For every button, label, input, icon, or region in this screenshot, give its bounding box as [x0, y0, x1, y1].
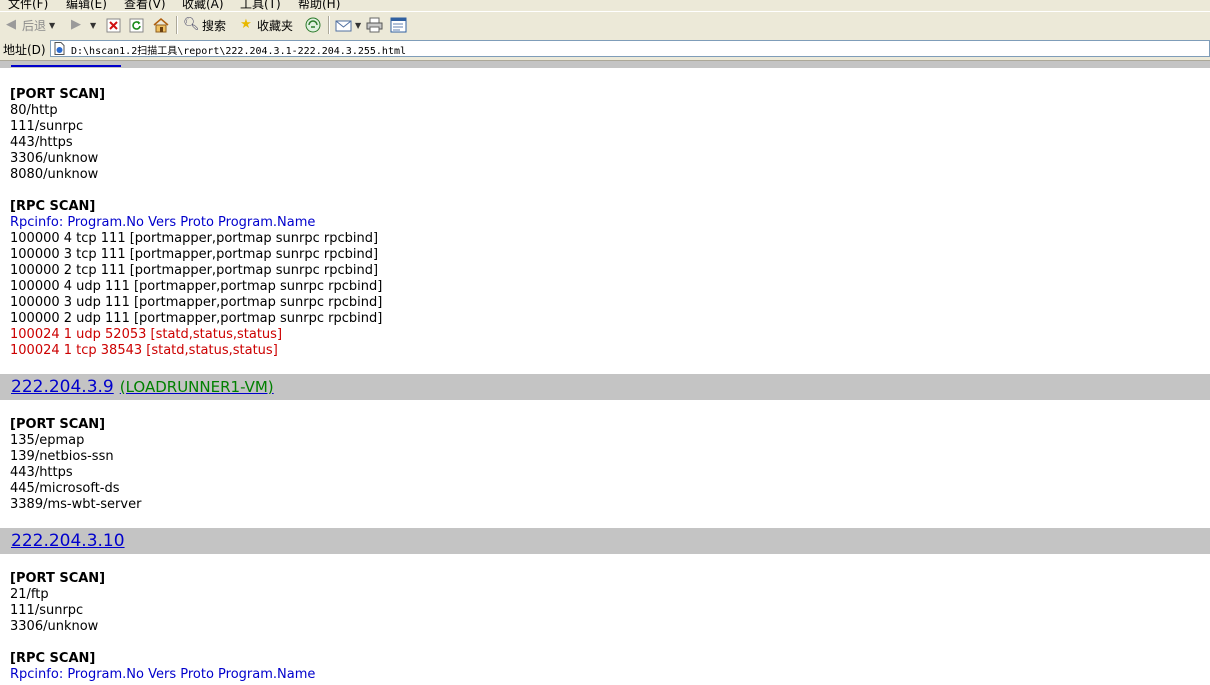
search-icon: 🔍︎ [183, 17, 200, 32]
refresh-button[interactable] [129, 15, 144, 35]
port-entry: 3389/ms-wbt-server [10, 497, 142, 512]
chevron-down-icon: ▼ [49, 20, 56, 30]
port-entry: 135/epmap [10, 433, 85, 448]
toolbar-separator [176, 16, 178, 34]
favorites-button[interactable]: ★ 收藏夹 [238, 15, 293, 35]
favorites-label: 收藏夹 [257, 18, 294, 33]
menu-bar: 文件(F) 编辑(E) 查看(V) 收藏(A) 工具(T) 帮助(H) [0, 0, 1210, 10]
menu-file[interactable]: 文件(F) [8, 0, 48, 10]
back-arrow-icon: ◀ [6, 17, 16, 32]
chevron-down-icon: ▼ [90, 20, 97, 30]
address-url: D:\hscan1.2扫描工具\report\222.204.3.1-222.2… [71, 46, 407, 57]
edit-page-icon [390, 17, 407, 33]
search-button[interactable]: 🔍︎ 搜索 [183, 15, 226, 35]
port-entry: 111/sunrpc [10, 603, 84, 618]
port-scan-header: [PORT SCAN] [10, 571, 106, 586]
address-bar: 地址(D) D:\hscan1.2扫描工具\report\222.204.3.1… [0, 38, 1210, 61]
rpcinfo-header: Rpcinfo: Program.No Vers Proto Program.N… [10, 215, 316, 230]
stop-button[interactable] [106, 15, 121, 35]
port-entry: 3306/unknow [10, 619, 99, 634]
host-link-partial[interactable] [11, 61, 121, 67]
home-icon [153, 18, 169, 33]
stop-icon [106, 18, 121, 32]
menu-favorites[interactable]: 收藏(A) [182, 0, 224, 10]
port-entry: 445/microsoft-ds [10, 481, 120, 496]
mail-button[interactable]: ▼ [335, 15, 361, 35]
rpc-entry: 100000 3 udp 111 [portmapper,portmap sun… [10, 295, 383, 310]
media-button[interactable] [305, 15, 321, 35]
port-scan-header: [PORT SCAN] [10, 417, 106, 432]
port-entry: 443/https [10, 465, 73, 480]
port-scan-header: [PORT SCAN] [10, 87, 106, 102]
port-entry: 3306/unknow [10, 151, 99, 166]
back-label: 后退 [22, 18, 47, 33]
port-entry: 139/netbios-ssn [10, 449, 114, 464]
port-entry: 80/http [10, 103, 58, 118]
host-ip-link[interactable]: 222.204.3.9 (LOADRUNNER1-VM) [11, 377, 274, 397]
toolbar: ◀ 后退 ▼ ▶ ▼ 🔍︎ 搜索 ★ 收藏夹 ▼ [0, 11, 1210, 39]
menu-tools[interactable]: 工具(T) [240, 0, 281, 10]
host-header-bar: 222.204.3.9 (LOADRUNNER1-VM) [0, 374, 1210, 400]
media-icon [305, 17, 321, 33]
back-button[interactable]: ◀ 后退 ▼ [3, 15, 55, 35]
rpc-entry: 100000 2 udp 111 [portmapper,portmap sun… [10, 311, 383, 326]
mail-icon [335, 20, 352, 31]
printer-icon [366, 17, 383, 33]
port-entry: 443/https [10, 135, 73, 150]
html-document-icon [54, 42, 65, 55]
home-button[interactable] [152, 15, 170, 35]
host-name: (LOADRUNNER1-VM) [119, 378, 274, 396]
port-entry: 8080/unknow [10, 167, 99, 182]
forward-button[interactable]: ▶ ▼ [68, 15, 96, 35]
chevron-down-icon: ▼ [355, 20, 362, 30]
host-ip[interactable]: 222.204.3.9 [11, 377, 114, 397]
menu-edit[interactable]: 编辑(E) [66, 0, 107, 10]
host-header-bar: 222.204.3.10 [0, 528, 1210, 554]
rpc-entry: 100000 2 tcp 111 [portmapper,portmap sun… [10, 263, 379, 278]
port-entry: 111/sunrpc [10, 119, 84, 134]
print-button[interactable] [366, 15, 383, 35]
forward-arrow-icon: ▶ [71, 17, 81, 32]
rpc-entry: 100000 3 tcp 111 [portmapper,portmap sun… [10, 247, 379, 262]
refresh-icon [129, 18, 144, 32]
report-content: [PORT SCAN] 80/http 111/sunrpc 443/https… [0, 61, 1210, 685]
star-icon: ★ [240, 17, 252, 32]
menu-view[interactable]: 查看(V) [124, 0, 166, 10]
host-header-bar [0, 61, 1210, 68]
rpc-entry-alert: 100024 1 tcp 38543 [statd,status,status] [10, 343, 278, 358]
rpcinfo-header: Rpcinfo: Program.No Vers Proto Program.N… [10, 667, 316, 682]
port-entry: 21/ftp [10, 587, 49, 602]
host-ip-link[interactable]: 222.204.3.10 [11, 531, 125, 551]
address-label: 地址(D) [3, 43, 46, 57]
rpc-entry-alert: 100024 1 udp 52053 [statd,status,status] [10, 327, 283, 342]
rpc-entry: 100000 4 udp 111 [portmapper,portmap sun… [10, 279, 383, 294]
menu-help[interactable]: 帮助(H) [298, 0, 340, 10]
edit-button[interactable] [390, 15, 407, 35]
toolbar-separator [328, 16, 330, 34]
rpc-scan-header: [RPC SCAN] [10, 199, 96, 214]
address-input[interactable]: D:\hscan1.2扫描工具\report\222.204.3.1-222.2… [50, 40, 1210, 57]
search-label: 搜索 [202, 18, 227, 33]
rpc-scan-header: [RPC SCAN] [10, 651, 96, 666]
rpc-entry: 100000 4 tcp 111 [portmapper,portmap sun… [10, 231, 379, 246]
